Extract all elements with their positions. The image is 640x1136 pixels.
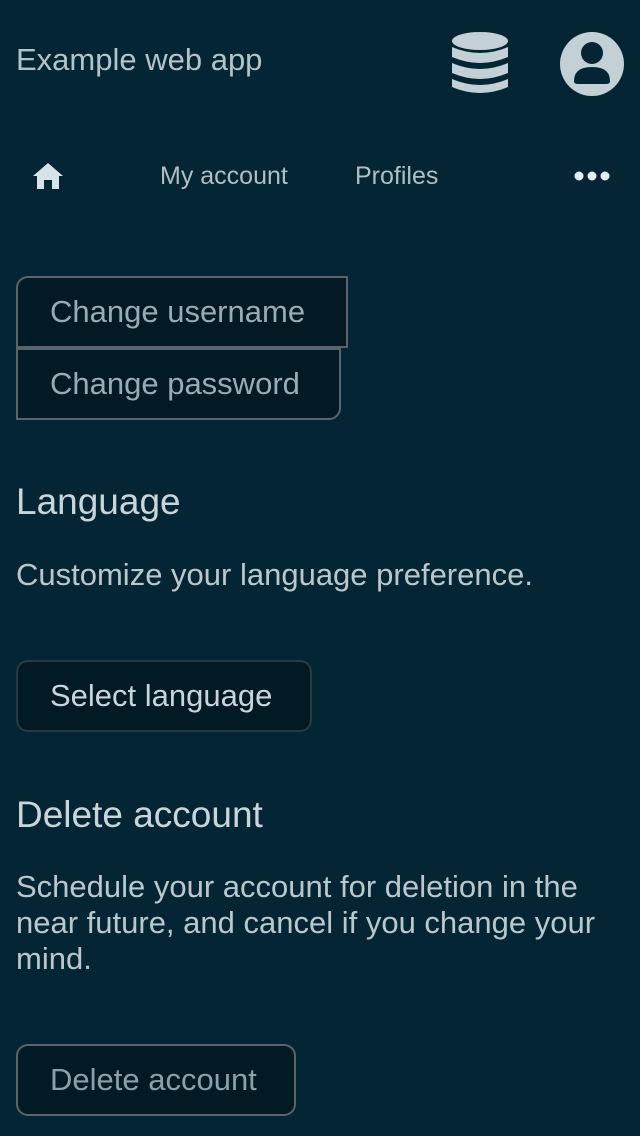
delete-account-description: Schedule your account for deletion in th… (16, 869, 596, 976)
nav-my-account[interactable]: My account (160, 140, 288, 212)
nav-more[interactable] (560, 140, 624, 212)
change-username-button[interactable]: Change username (16, 276, 348, 348)
nav-home[interactable] (16, 140, 80, 212)
nav-profiles[interactable]: Profiles (355, 140, 438, 212)
account-circle-icon (560, 32, 624, 96)
delete-account-button[interactable]: Delete account (16, 1044, 296, 1116)
account-button[interactable] (558, 30, 626, 98)
database-icon (452, 32, 508, 93)
account-settings-page: Example web app My account Profiles Chan… (0, 0, 640, 1136)
home-icon (33, 163, 63, 189)
language-description: Customize your language preference. (16, 557, 533, 592)
select-language-button[interactable]: Select language (16, 660, 312, 732)
delete-account-heading: Delete account (16, 794, 263, 835)
app-header: Example web app (0, 0, 640, 128)
language-heading: Language (16, 481, 181, 522)
more-horizontal-icon (574, 171, 610, 181)
database-button[interactable] (448, 30, 512, 98)
app-title[interactable]: Example web app (16, 40, 262, 80)
change-password-button[interactable]: Change password (16, 348, 341, 420)
main-nav: My account Profiles (0, 140, 640, 212)
